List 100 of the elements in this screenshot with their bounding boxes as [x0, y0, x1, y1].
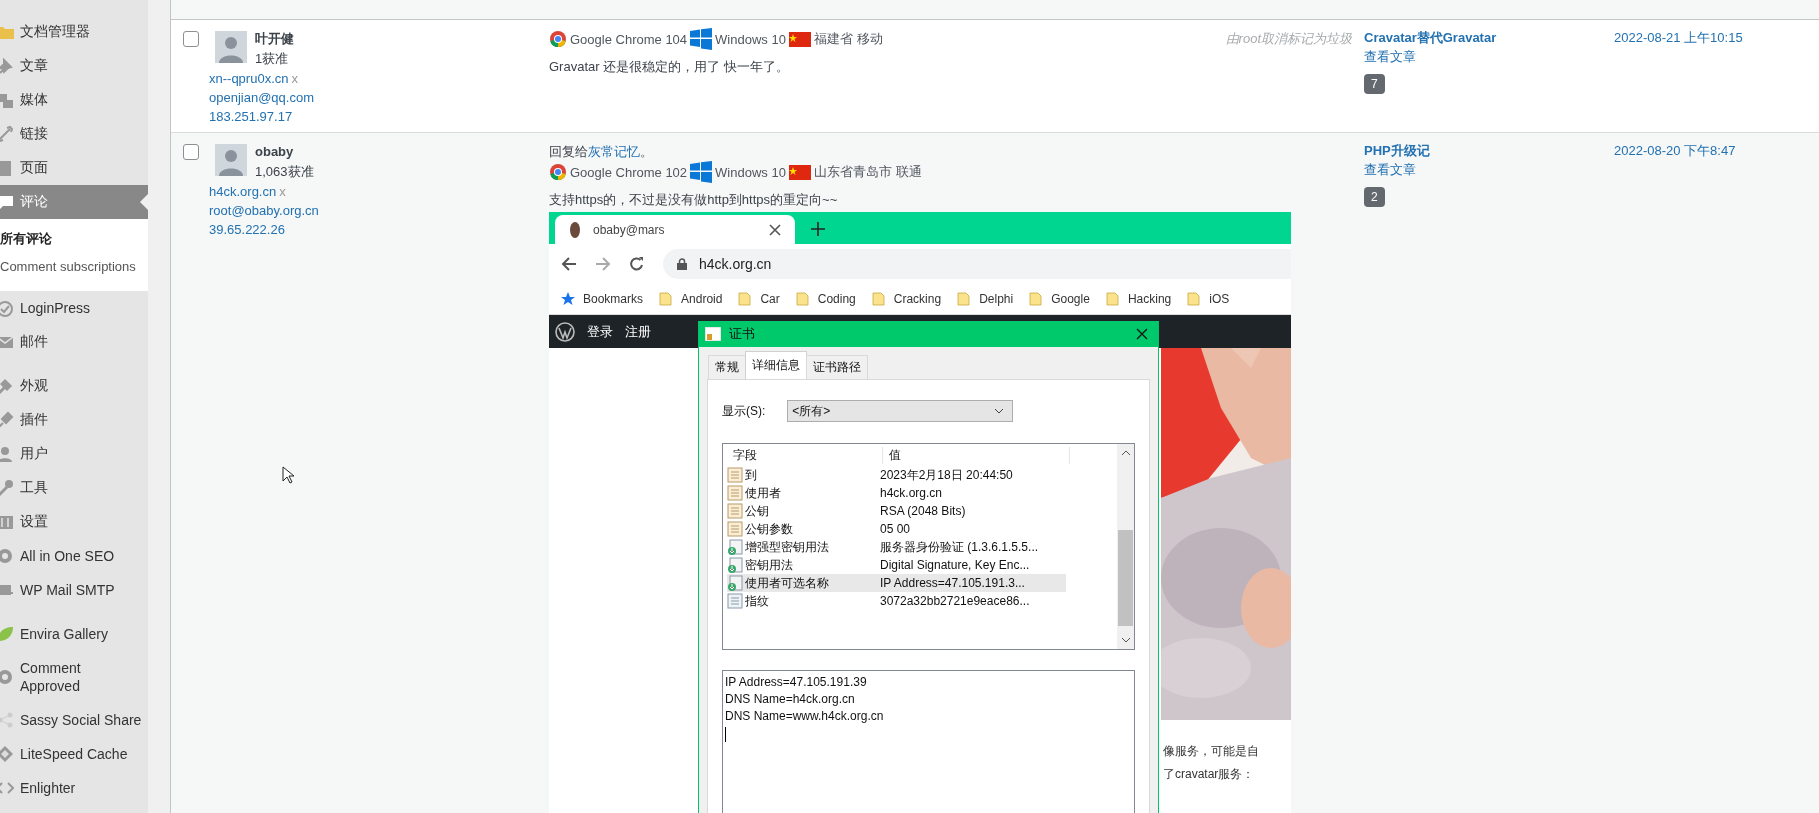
mouse-pointer-icon — [282, 466, 294, 484]
bookmark-item[interactable]: Bookmarks — [561, 292, 644, 306]
sidebar-item[interactable]: 文档管理器 — [0, 15, 148, 49]
avatar-icon — [569, 220, 581, 239]
view-post-link[interactable]: 查看文章 — [1364, 48, 1416, 66]
comment-date-link[interactable]: 2022-08-21 上午10:15 — [1614, 30, 1743, 45]
post-title-link[interactable]: Cravatar替代Gravatar — [1364, 28, 1497, 48]
sidebar-item[interactable]: 页面 — [0, 151, 148, 185]
comment-date-link[interactable]: 2022-08-20 下午8:47 — [1614, 143, 1736, 158]
field-row[interactable]: 公钥参数 05 00 — [727, 520, 1066, 538]
author-email-link[interactable]: root@obaby.org.cn — [209, 201, 549, 220]
field-row[interactable]: 指纹 3072a32bb2721e9eace86... — [727, 592, 1066, 610]
author-name: obaby — [255, 143, 295, 161]
reply-to-link[interactable]: 灰常记忆 — [588, 144, 640, 159]
field-row[interactable]: 密钥用法 Digital Signature, Key Enc... — [727, 556, 1066, 574]
sidebar-item[interactable]: Envira Gallery — [0, 617, 148, 651]
bookmark-item[interactable]: Hacking — [1105, 292, 1172, 306]
sidebar-item[interactable]: 链接 — [0, 117, 148, 151]
checkbox[interactable] — [183, 31, 199, 47]
field-name: 指纹 — [745, 592, 769, 610]
show-dropdown[interactable]: <所有> — [787, 400, 1014, 422]
post-title-link[interactable]: PHP升级记 — [1364, 141, 1430, 161]
page-text: 了cravatar服务： — [1163, 766, 1256, 783]
sidebar-item[interactable]: 用户 — [0, 437, 148, 471]
sidebar-item[interactable]: 媒体 — [0, 83, 148, 117]
view-post-link[interactable]: 查看文章 — [1364, 161, 1416, 179]
approved-count: 1,063获准 — [255, 163, 314, 181]
comment-count-bubble[interactable]: 2 — [1364, 187, 1385, 207]
folder-icon — [1105, 292, 1120, 306]
sidebar-item[interactable]: LiteSpeed Cache — [0, 737, 148, 771]
field-row[interactable]: 增强型密钥用法 服务器身份验证 (1.3.6.1.5.5... — [727, 538, 1066, 556]
avatar-icon — [215, 144, 247, 176]
column-header[interactable]: 字段 — [727, 446, 883, 464]
document-download-icon — [727, 575, 743, 591]
field-name: 增强型密钥用法 — [745, 538, 829, 556]
close-icon — [769, 223, 781, 236]
bookmark-item[interactable]: iOS — [1187, 292, 1230, 306]
chrome-icon — [549, 163, 567, 181]
scrollbar[interactable] — [1117, 444, 1134, 649]
browser-label: Google Chrome 104 — [570, 31, 688, 47]
bookmark-item[interactable]: Delphi — [957, 292, 1014, 306]
field-name: 密钥用法 — [745, 556, 793, 574]
author-ip-link[interactable]: 183.251.97.17 — [209, 107, 549, 126]
submenu-item[interactable]: 所有评论 — [0, 225, 148, 253]
field-value: 3072a32bb2721e9eace86... — [880, 594, 1030, 608]
chevron-down-icon — [1120, 637, 1131, 643]
scrollbar-thumb[interactable] — [1118, 530, 1133, 626]
windows-icon — [690, 161, 713, 183]
sidebar-item[interactable]: Sassy Social Share — [0, 703, 148, 737]
sidebar-item[interactable]: 文章 — [0, 49, 148, 83]
comment-count-bubble[interactable]: 7 — [1364, 74, 1385, 94]
sidebar-item[interactable]: 设置 — [0, 505, 148, 539]
field-value: h4ck.org.cn — [880, 486, 943, 500]
sidebar-item[interactable]: All in One SEO — [0, 539, 148, 573]
field-row[interactable]: 到 2023年2月18日 20:44:50 — [727, 466, 1066, 484]
sidebar-item[interactable]: 插件 — [0, 403, 148, 437]
field-name: 公钥 — [745, 502, 769, 520]
sidebar-item[interactable]: Comment Approved — [0, 651, 148, 703]
admin-bar-link[interactable]: 登录 — [587, 322, 613, 341]
pushpin-icon — [0, 57, 14, 75]
sidebar-item[interactable]: 外观 — [0, 369, 148, 403]
sidebar-item[interactable]: 工具 — [0, 471, 148, 505]
bookmark-item[interactable]: Cracking — [871, 292, 942, 306]
sidebar-item[interactable]: WP Mail SMTP — [0, 573, 148, 607]
field-row[interactable]: 公钥 RSA (2048 Bits) — [727, 502, 1066, 520]
column-header[interactable]: 值 — [883, 446, 1070, 464]
certificate-icon — [705, 327, 721, 341]
checkbox[interactable] — [183, 144, 199, 160]
sidebar-item[interactable]: 评论 — [0, 185, 148, 219]
detail-line: IP Address=47.105.191.39 — [725, 674, 868, 691]
sidebar-item[interactable]: Enlighter — [0, 771, 148, 805]
field-row[interactable]: 使用者可选名称 IP Address=47.105.191.3... — [727, 574, 1066, 592]
dialog-tab[interactable]: 详细信息 — [745, 351, 807, 379]
browser-tab[interactable]: obaby@mars — [555, 215, 795, 244]
folder-icon — [1187, 292, 1202, 306]
sidebar-item[interactable]: 邮件 — [0, 325, 148, 359]
page-icon — [0, 159, 14, 177]
submenu-item[interactable]: Comment subscriptions — [0, 253, 148, 281]
author-url-link[interactable]: xn--qpru0x.cn — [209, 71, 289, 86]
address-field[interactable]: h4ck.org.cn — [663, 249, 1291, 279]
field-row[interactable]: 使用者 h4ck.org.cn — [727, 484, 1066, 502]
bookmark-item[interactable]: Android — [659, 292, 723, 306]
author-email-link[interactable]: openjian@qq.com — [209, 88, 549, 107]
bookmark-item[interactable]: Coding — [795, 292, 856, 306]
bookmark-item[interactable]: Google — [1029, 292, 1090, 306]
folder-icon — [795, 292, 810, 306]
dialog-tab[interactable]: 证书路径 — [806, 355, 868, 379]
bookmark-item[interactable]: Car — [738, 292, 780, 306]
author-ip-link[interactable]: 39.65.222.26 — [209, 220, 549, 239]
dialog-tab[interactable]: 常规 — [708, 355, 746, 379]
sidebar-item[interactable]: LoginPress — [0, 291, 148, 325]
flag-icon — [788, 31, 811, 47]
admin-bar-link[interactable]: 注册 — [625, 322, 651, 341]
author-url-link[interactable]: h4ck.org.cn — [209, 184, 277, 199]
detail-text-area[interactable]: IP Address=47.105.191.39 DNS Name=h4ck.org.cn DNS Name=www.h4ck.org.cn — [722, 670, 1135, 813]
folder-icon — [1029, 292, 1044, 306]
flag-icon — [788, 164, 811, 180]
browser-label: Google Chrome 102 — [570, 164, 688, 180]
document-icon — [727, 503, 743, 519]
status-note: 由root取消标记为垃圾 — [1225, 30, 1352, 48]
